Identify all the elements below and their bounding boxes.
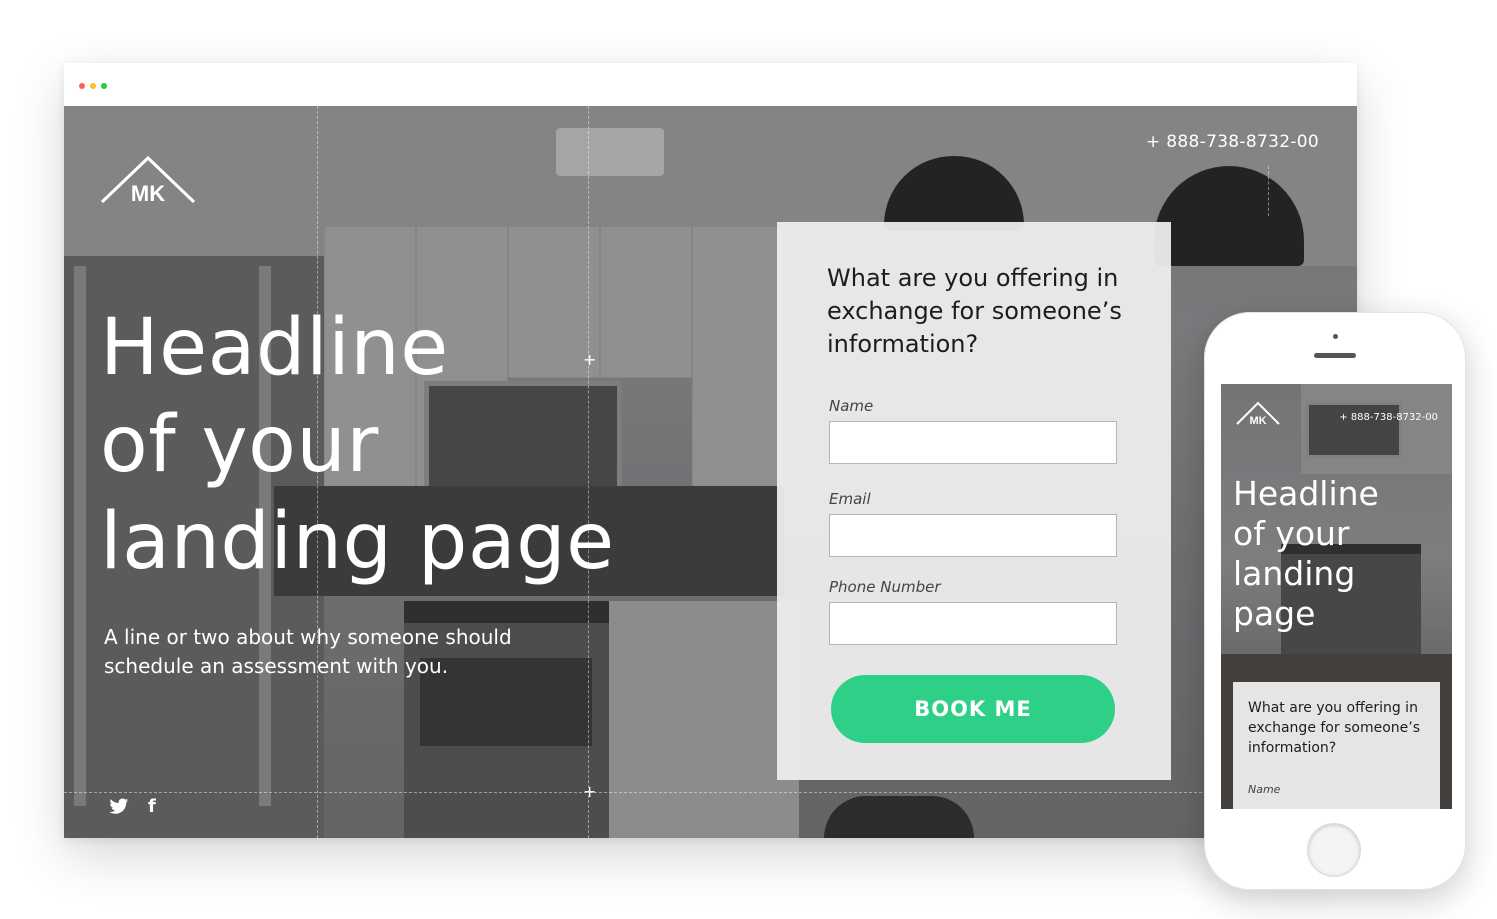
guide-plus-marker: + [583, 782, 597, 801]
mobile-headline-line: page [1233, 594, 1316, 633]
headline-line: landing page [100, 497, 615, 587]
name-label: Name [829, 397, 874, 415]
mobile-headline-line: landing [1233, 554, 1356, 593]
maximize-window-button[interactable] [101, 83, 107, 89]
headline-line: Headline [100, 303, 449, 393]
phone-label: Phone Number [829, 578, 941, 596]
facebook-icon[interactable]: f [148, 796, 156, 817]
layout-guide [64, 792, 1357, 793]
mobile-device: MK + 888-738-8732-00 Headline of your la… [1204, 312, 1466, 890]
mobile-landing-page: MK + 888-738-8732-00 Headline of your la… [1221, 384, 1452, 809]
close-window-button[interactable] [79, 83, 85, 89]
name-input[interactable] [829, 421, 1117, 464]
twitter-icon[interactable] [109, 798, 129, 815]
landing-page-hero: + + MK + 888-738-8732-00 Headline of you… [64, 106, 1357, 838]
home-button[interactable] [1308, 824, 1360, 876]
mobile-logo-text: MK [1249, 415, 1266, 427]
mobile-lead-form: What are you offering in exchange for so… [1233, 682, 1440, 809]
mobile-headline-line: of your [1233, 514, 1350, 553]
minimize-window-button[interactable] [90, 83, 96, 89]
phone-input[interactable] [829, 602, 1117, 645]
hero-subtext: A line or two about why someone should s… [104, 625, 512, 678]
mobile-headline: Headline of your landing page [1233, 474, 1379, 634]
mobile-phone-number[interactable]: + 888-738-8732-00 [1339, 412, 1438, 423]
mobile-name-label: Name [1248, 783, 1281, 796]
mobile-headline-line: Headline [1233, 474, 1379, 513]
browser-window: + + MK + 888-738-8732-00 Headline of you… [64, 63, 1357, 838]
logo-text: MK [131, 181, 165, 206]
lead-form: What are you offering in exchange for so… [777, 222, 1171, 780]
book-me-button[interactable]: BOOK ME [831, 675, 1115, 743]
front-camera [1333, 334, 1338, 339]
layout-guide [1268, 166, 1269, 216]
mobile-form-title: What are you offering in exchange for so… [1248, 700, 1420, 756]
mobile-mk-logo: MK [1236, 401, 1280, 427]
phone-number[interactable]: + 888-738-8732-00 [1146, 132, 1319, 152]
email-input[interactable] [829, 514, 1117, 557]
mk-logo: MK [100, 155, 196, 206]
page-headline: Headline of your landing page [100, 300, 620, 591]
form-title: What are you offering in exchange for so… [827, 264, 1122, 358]
earpiece-speaker [1314, 353, 1356, 358]
headline-line: of your [100, 400, 379, 490]
email-label: Email [829, 490, 871, 508]
browser-toolbar [64, 63, 1357, 107]
